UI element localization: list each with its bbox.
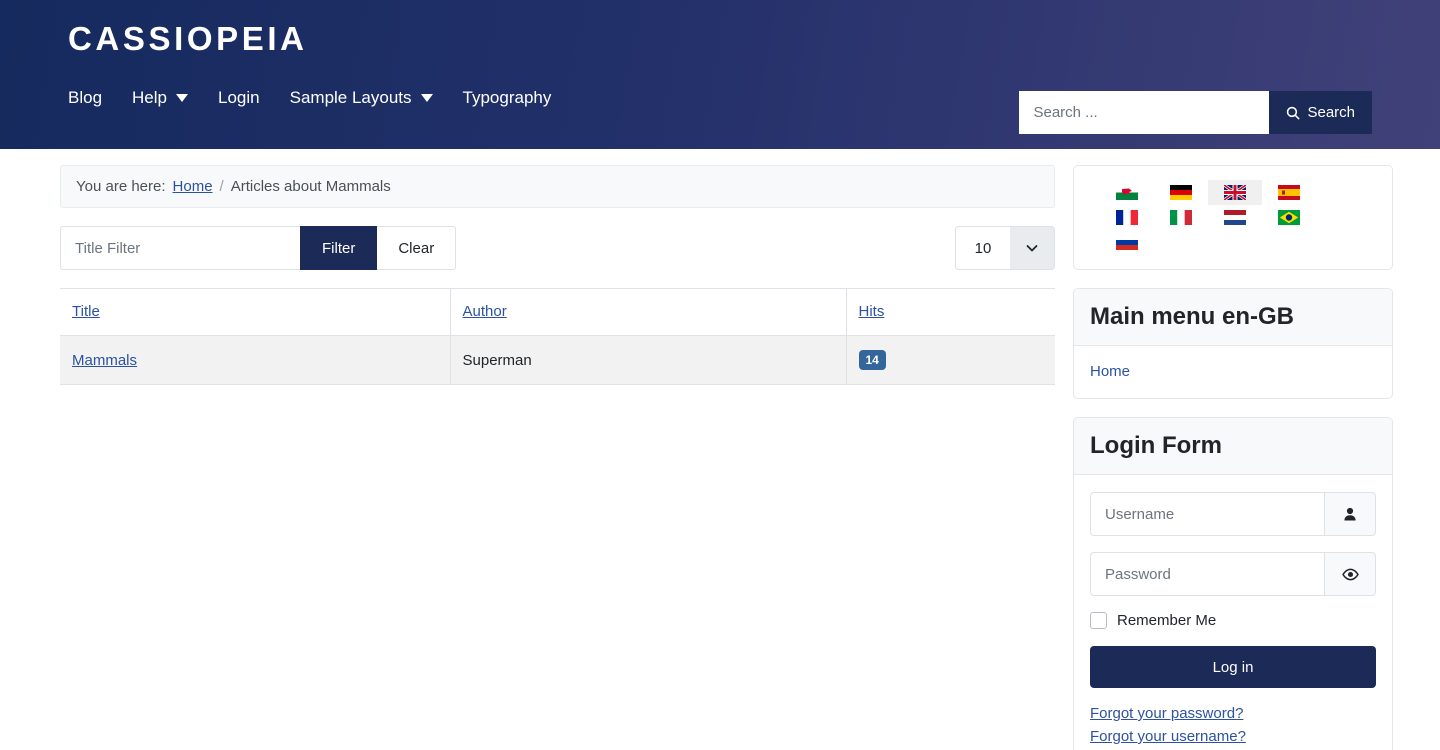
username-group — [1090, 492, 1376, 536]
password-input[interactable] — [1090, 552, 1324, 596]
cell-author: Superman — [450, 336, 846, 385]
title-filter-group: Filter Clear — [60, 226, 456, 270]
articles-table: Title Author Hits Mammals Superman — [60, 288, 1055, 385]
flag-italy[interactable] — [1154, 205, 1208, 230]
sort-link-author[interactable]: Author — [463, 303, 507, 320]
main-menu-title: Main menu en-GB — [1090, 303, 1376, 331]
remember-me-checkbox[interactable] — [1090, 612, 1107, 629]
flag-netherlands[interactable] — [1208, 205, 1262, 230]
netherlands-flag-icon — [1224, 210, 1246, 225]
search-icon — [1286, 106, 1300, 120]
remember-me-label: Remember Me — [1117, 612, 1216, 629]
language-flag-list — [1074, 166, 1392, 269]
nav-item-blog[interactable]: Blog — [68, 88, 102, 108]
clear-button[interactable]: Clear — [377, 226, 456, 270]
flag-brazil[interactable] — [1262, 205, 1316, 230]
italy-flag-icon — [1170, 210, 1192, 225]
russia-flag-icon — [1116, 235, 1138, 250]
table-row: Mammals Superman 14 — [60, 336, 1055, 385]
username-icon-addon — [1324, 492, 1376, 536]
flag-germany[interactable] — [1154, 180, 1208, 205]
login-form-header: Login Form — [1074, 418, 1392, 475]
main-menu-header: Main menu en-GB — [1074, 289, 1392, 346]
nav-item-help[interactable]: Help — [132, 88, 188, 108]
breadcrumb-current: Articles about Mammals — [231, 178, 391, 195]
list-limit-value: 10 — [956, 227, 1010, 269]
title-filter-input[interactable] — [60, 226, 300, 270]
breadcrumb-home-link[interactable]: Home — [173, 178, 213, 195]
germany-flag-icon — [1170, 185, 1192, 200]
language-switcher-card — [1073, 165, 1393, 270]
sidebar: Main menu en-GB Home Login Form — [1073, 165, 1393, 750]
wales-flag-icon — [1116, 185, 1138, 200]
forgot-password-link[interactable]: Forgot your password? — [1090, 705, 1376, 722]
hits-badge: 14 — [859, 350, 886, 370]
sort-link-hits[interactable]: Hits — [859, 303, 885, 320]
chevron-down-icon — [421, 94, 433, 102]
main-menu-body: Home — [1074, 346, 1392, 398]
header-search: Search — [1019, 91, 1372, 134]
main-menu-card: Main menu en-GB Home — [1073, 288, 1393, 399]
flag-france[interactable] — [1100, 205, 1154, 230]
chevron-down-icon — [1010, 227, 1054, 269]
column-header-author: Author — [450, 289, 846, 336]
search-button-label: Search — [1307, 104, 1355, 121]
nav-label: Help — [132, 88, 167, 108]
chevron-down-icon — [176, 94, 188, 102]
username-input[interactable] — [1090, 492, 1324, 536]
login-form-title: Login Form — [1090, 432, 1376, 460]
site-logo[interactable]: CASSIOPEIA — [68, 0, 308, 55]
flag-russia[interactable] — [1100, 230, 1154, 255]
eye-icon — [1342, 566, 1359, 583]
united-kingdom-flag-icon — [1224, 185, 1246, 200]
flag-spain[interactable] — [1262, 180, 1316, 205]
sort-link-title[interactable]: Title — [72, 303, 100, 320]
cell-title: Mammals — [60, 336, 450, 385]
breadcrumb-separator: / — [220, 178, 224, 195]
remember-me-row: Remember Me — [1090, 612, 1376, 629]
flag-united-kingdom[interactable] — [1208, 180, 1262, 205]
breadcrumb-prefix: You are here: — [76, 178, 166, 195]
table-head: Title Author Hits — [60, 289, 1055, 336]
brazil-flag-icon — [1278, 210, 1300, 225]
password-group — [1090, 552, 1376, 596]
filter-bar: Filter Clear 10 — [60, 226, 1055, 270]
user-icon — [1342, 506, 1358, 522]
breadcrumb: You are here: Home / Articles about Mamm… — [60, 165, 1055, 208]
cell-hits: 14 — [846, 336, 1055, 385]
nav-item-typography[interactable]: Typography — [463, 88, 552, 108]
nav-item-sample-layouts[interactable]: Sample Layouts — [290, 88, 433, 108]
column-header-hits: Hits — [846, 289, 1055, 336]
toggle-password-visibility[interactable] — [1324, 552, 1376, 596]
login-form-card: Login Form — [1073, 417, 1393, 750]
flag-wales[interactable] — [1100, 180, 1154, 205]
login-button[interactable]: Log in — [1090, 646, 1376, 688]
article-link[interactable]: Mammals — [72, 352, 137, 369]
main-content: You are here: Home / Articles about Mamm… — [60, 165, 1055, 385]
nav-label: Login — [218, 88, 260, 108]
forgot-username-link[interactable]: Forgot your username? — [1090, 728, 1376, 745]
france-flag-icon — [1116, 210, 1138, 225]
nav-label: Blog — [68, 88, 102, 108]
nav-label: Typography — [463, 88, 552, 108]
site-header: CASSIOPEIA Blog Help Login Sample Layout… — [0, 0, 1440, 149]
column-header-title: Title — [60, 289, 450, 336]
table-body: Mammals Superman 14 — [60, 336, 1055, 385]
spain-flag-icon — [1278, 185, 1300, 200]
login-form-body: Remember Me Log in Forgot your password?… — [1074, 475, 1392, 750]
nav-item-login[interactable]: Login — [218, 88, 260, 108]
list-limit-select[interactable]: 10 — [955, 226, 1055, 270]
search-button[interactable]: Search — [1269, 91, 1372, 134]
filter-button[interactable]: Filter — [300, 226, 377, 270]
search-input[interactable] — [1019, 91, 1269, 134]
nav-label: Sample Layouts — [290, 88, 412, 108]
table-header-row: Title Author Hits — [60, 289, 1055, 336]
menu-item-home[interactable]: Home — [1090, 363, 1130, 380]
page-body: You are here: Home / Articles about Mamm… — [0, 149, 1440, 750]
